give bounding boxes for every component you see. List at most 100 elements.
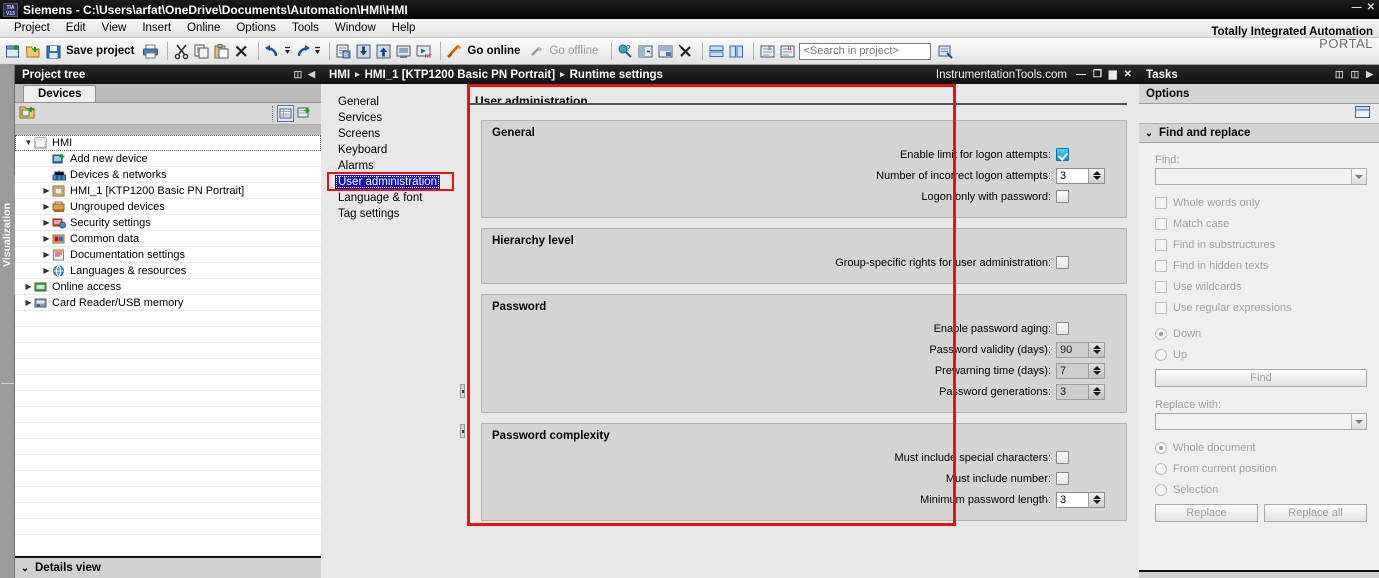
arrange-horizontal-icon[interactable] xyxy=(708,43,725,60)
spinner-buttons[interactable] xyxy=(1088,363,1104,378)
checkbox-icon[interactable] xyxy=(1155,301,1167,314)
call-structure-icon[interactable]: u xyxy=(779,43,796,60)
spinner-password-validity-days[interactable]: 90 xyxy=(1056,341,1105,358)
delete-icon[interactable] xyxy=(233,43,250,60)
overview-navigation-icon[interactable] xyxy=(297,105,314,122)
checkbox-must-include-special-characters[interactable] xyxy=(1056,451,1069,464)
go-online-button[interactable]: Go online xyxy=(467,45,520,57)
find-option-match-case[interactable]: Match case xyxy=(1155,213,1367,234)
spinner-prewarning-time-days[interactable]: 7 xyxy=(1056,362,1105,379)
editor-splitter[interactable] xyxy=(457,84,467,578)
scope-radio-whole-document[interactable]: Whole document xyxy=(1155,437,1367,458)
checkbox-icon[interactable] xyxy=(1155,280,1167,293)
spinner-up-icon[interactable] xyxy=(1092,495,1101,499)
checkbox-enable-password-aging[interactable] xyxy=(1056,322,1069,335)
spinner-down-icon[interactable] xyxy=(1092,176,1101,180)
find-option-use-regular-expressions[interactable]: Use regular expressions xyxy=(1155,297,1367,318)
save-icon[interactable] xyxy=(45,43,62,60)
replace-input[interactable] xyxy=(1156,414,1351,429)
details-view-chevron-icon[interactable]: ⌄ xyxy=(15,563,35,574)
go-offline-icon[interactable] xyxy=(528,43,545,60)
direction-radio-up[interactable]: Up xyxy=(1155,344,1367,365)
spinner-buttons[interactable] xyxy=(1088,342,1104,357)
download-to-device-icon[interactable] xyxy=(355,43,372,60)
spinner-down-icon[interactable] xyxy=(1092,371,1101,375)
breadcrumb-item-0[interactable]: HMI xyxy=(329,69,350,81)
checkbox-must-include-number[interactable] xyxy=(1056,472,1069,485)
undo-icon[interactable] xyxy=(264,43,281,60)
start-simulation-icon[interactable] xyxy=(395,43,412,60)
tree-node-common-data[interactable]: ▶ Common data xyxy=(15,231,321,247)
tree-expander-icon[interactable]: ▶ xyxy=(41,186,52,195)
checkbox-group-specific-rights-for-user-administration[interactable] xyxy=(1056,256,1069,269)
split-editor-horizontal-icon[interactable] xyxy=(637,43,654,60)
find-and-replace-section-header[interactable]: ⌄ Find and replace xyxy=(1139,124,1379,143)
spinner-value[interactable]: 90 xyxy=(1057,342,1088,357)
nav-item-services[interactable]: Services xyxy=(335,111,385,125)
find-replace-toggle-icon[interactable] xyxy=(1354,105,1371,122)
save-project-button[interactable]: Save project xyxy=(66,45,134,57)
float-panel-icon[interactable]: ◫ xyxy=(1335,69,1344,80)
nav-item-language-font[interactable]: Language & font xyxy=(335,191,425,205)
nav-item-user-administration[interactable]: User administration xyxy=(335,175,441,189)
checkbox-logon-only-with-password[interactable] xyxy=(1056,190,1069,203)
scope-radio-selection[interactable]: Selection xyxy=(1155,479,1367,500)
print-icon[interactable] xyxy=(142,43,159,60)
tree-node-security-settings[interactable]: ▶ Security settings xyxy=(15,215,321,231)
find-dropdown-arrow-icon[interactable] xyxy=(1351,169,1366,184)
find-option-whole-words-only[interactable]: Whole words only xyxy=(1155,192,1367,213)
tree-expander-icon[interactable]: ▶ xyxy=(41,250,52,259)
spinner-down-icon[interactable] xyxy=(1092,500,1101,504)
tab-devices[interactable]: Devices xyxy=(23,85,97,102)
spinner-minimum-password-length[interactable]: 3 xyxy=(1056,491,1105,508)
go-offline-button[interactable]: Go offline xyxy=(549,45,598,57)
menu-item-options[interactable]: Options xyxy=(228,20,284,36)
checkbox-enable-limit-for-logon-attempts[interactable] xyxy=(1056,148,1069,161)
replace-all-button[interactable]: Replace all xyxy=(1264,504,1367,522)
breadcrumb-item-2[interactable]: Runtime settings xyxy=(570,69,663,81)
split-editor-vertical-icon[interactable] xyxy=(657,43,674,60)
details-view-panel[interactable]: ⌄ Details view xyxy=(15,556,321,578)
find-combobox[interactable] xyxy=(1155,168,1367,185)
radio-icon[interactable] xyxy=(1155,348,1167,361)
editor-minimize-button[interactable]: — xyxy=(1076,69,1086,80)
tree-node-hmi-1-ktp1200-basic-pn-portrait[interactable]: ▶ HMI_1 [KTP1200 Basic PN Portrait] xyxy=(15,183,321,199)
online-diagnostics-icon[interactable]: ? xyxy=(617,43,634,60)
vertical-tab-visualization[interactable]: Visualization xyxy=(0,175,15,295)
splitter-handle-upper[interactable] xyxy=(460,384,465,398)
direction-radio-down[interactable]: Down xyxy=(1155,323,1367,344)
splitter-handle-lower[interactable] xyxy=(460,424,465,438)
spinner-value[interactable]: 7 xyxy=(1057,363,1088,378)
menu-item-help[interactable]: Help xyxy=(384,20,424,36)
menu-item-window[interactable]: Window xyxy=(327,20,384,36)
spinner-password-generations[interactable]: 3 xyxy=(1056,383,1105,400)
spinner-up-icon[interactable] xyxy=(1092,366,1101,370)
find-input[interactable] xyxy=(1156,169,1351,184)
tree-expander-icon[interactable]: ▶ xyxy=(41,234,52,243)
menu-item-online[interactable]: Online xyxy=(179,20,228,36)
spinner-up-icon[interactable] xyxy=(1092,171,1101,175)
libraries-panel-strip[interactable] xyxy=(1139,570,1379,578)
spinner-down-icon[interactable] xyxy=(1092,350,1101,354)
new-project-icon[interactable] xyxy=(5,43,22,60)
spinner-buttons[interactable] xyxy=(1088,384,1104,399)
menu-item-edit[interactable]: Edit xyxy=(58,20,94,36)
find-option-use-wildcards[interactable]: Use wildcards xyxy=(1155,276,1367,297)
tree-node-online-access[interactable]: ▶ Online access xyxy=(15,279,321,295)
redo-dropdown-icon[interactable] xyxy=(314,43,321,60)
radio-icon[interactable] xyxy=(1155,462,1167,475)
spinner-value[interactable]: 3 xyxy=(1057,492,1088,507)
menu-item-tools[interactable]: Tools xyxy=(284,20,327,36)
spinner-buttons[interactable] xyxy=(1088,168,1104,183)
spinner-value[interactable]: 3 xyxy=(1057,168,1088,183)
tree-node-add-new-device[interactable]: Add new device xyxy=(15,151,321,167)
radio-icon[interactable] xyxy=(1155,483,1167,496)
redo-icon[interactable] xyxy=(294,43,311,60)
spinner-up-icon[interactable] xyxy=(1092,387,1101,391)
editor-maximize-button[interactable]: ▆ xyxy=(1109,69,1117,80)
spinner-value[interactable]: 3 xyxy=(1057,384,1088,399)
radio-icon[interactable] xyxy=(1155,441,1167,454)
pin-panel-icon[interactable]: ◫ xyxy=(294,69,303,80)
start-runtime-icon[interactable]: RT xyxy=(415,43,432,60)
search-go-icon[interactable] xyxy=(937,43,954,60)
